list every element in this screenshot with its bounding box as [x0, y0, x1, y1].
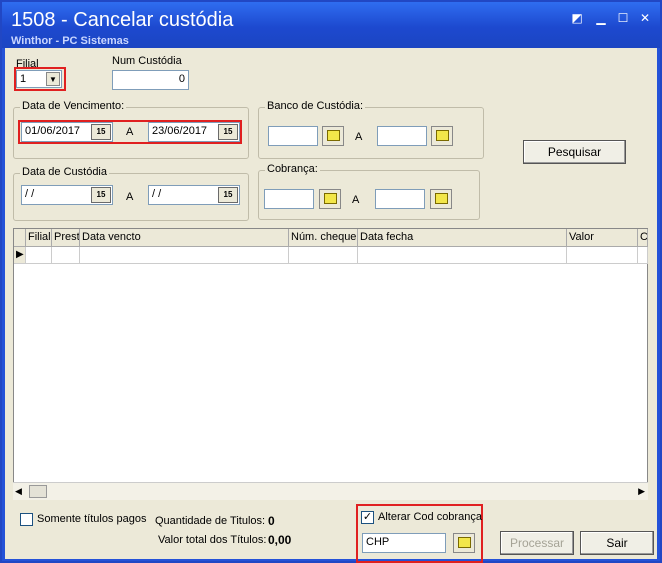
- valor-total-label: Valor total dos Títulos:: [158, 534, 267, 546]
- cobranca-to-input[interactable]: [375, 189, 425, 209]
- banco-custodia-from-input[interactable]: [268, 126, 318, 146]
- scroll-thumb[interactable]: [29, 485, 47, 498]
- calendar-icon[interactable]: 15: [91, 187, 111, 203]
- form-client-area: Filial 1 ▼ Num Custódia 0 Data de Vencim…: [5, 48, 657, 563]
- application-window: 1508 - Cancelar custódia Winthor - PC Si…: [0, 0, 662, 563]
- grid-header-num-cheque[interactable]: Núm. cheque: [289, 229, 358, 247]
- pesquisar-button[interactable]: Pesquisar: [523, 140, 626, 164]
- grid-indicator-header: [14, 229, 26, 247]
- valor-total-value: 0,00: [268, 533, 292, 547]
- alterar-cod-cobranca-label: Alterar Cod cobrança: [378, 511, 482, 523]
- num-custodia-label: Num Custódia: [112, 55, 182, 67]
- data-custodia-from-value: / /: [25, 188, 35, 200]
- title-bar[interactable]: 1508 - Cancelar custódia Winthor - PC Si…: [2, 2, 660, 48]
- cod-cobranca-input[interactable]: CHP: [362, 533, 446, 553]
- alterar-cod-cobranca-checkbox[interactable]: ✓: [361, 511, 374, 524]
- grid-cell[interactable]: [52, 247, 80, 264]
- cobranca-from-input[interactable]: [264, 189, 314, 209]
- banco-custodia-sep: A: [355, 131, 363, 143]
- banco-custodia-to-input[interactable]: [377, 126, 427, 146]
- grid-cell[interactable]: [638, 247, 648, 264]
- row-pointer-icon: ▶: [16, 249, 24, 260]
- somente-titulos-pagos-checkbox[interactable]: [20, 513, 33, 526]
- grid-cell[interactable]: [80, 247, 289, 264]
- num-custodia-input[interactable]: 0: [112, 70, 189, 90]
- highlight-data-vencimento: [18, 120, 242, 144]
- window-subtitle: Winthor - PC Sistemas: [11, 35, 129, 47]
- lookup-icon[interactable]: [322, 126, 344, 146]
- maximize-icon[interactable]: ☐: [616, 12, 630, 24]
- lookup-icon[interactable]: [453, 533, 475, 553]
- somente-titulos-pagos-label: Somente títulos pagos: [37, 513, 147, 525]
- titles-grid[interactable]: Filial Prest Data vencto Núm. cheque Dat…: [13, 228, 648, 500]
- data-vencimento-label: Data de Vencimento:: [20, 100, 127, 112]
- highlight-filial: [14, 67, 66, 91]
- grid-header-c[interactable]: C: [638, 229, 648, 247]
- data-custodia-sep: A: [126, 191, 134, 203]
- restore-icon[interactable]: ◩: [570, 12, 584, 24]
- sair-button[interactable]: Sair: [580, 531, 654, 555]
- quantidade-value: 0: [268, 514, 275, 528]
- banco-custodia-label: Banco de Custódia:: [265, 100, 366, 112]
- grid-header-prest[interactable]: Prest: [52, 229, 80, 247]
- cobranca-label: Cobrança:: [265, 163, 320, 175]
- lookup-icon[interactable]: [430, 189, 452, 209]
- window-title: 1508 - Cancelar custódia: [11, 9, 234, 31]
- quantidade-label: Quantidade de Titulos:: [155, 515, 266, 527]
- lookup-icon[interactable]: [319, 189, 341, 209]
- lookup-icon[interactable]: [431, 126, 453, 146]
- scroll-left-icon[interactable]: ◀: [15, 486, 22, 497]
- data-custodia-label: Data de Custódia: [20, 166, 109, 178]
- grid-header-valor[interactable]: Valor: [567, 229, 638, 247]
- grid-cell[interactable]: [567, 247, 638, 264]
- grid-header-data-vencto[interactable]: Data vencto: [80, 229, 289, 247]
- scroll-right-icon[interactable]: ▶: [638, 486, 645, 497]
- grid-cell[interactable]: [289, 247, 358, 264]
- calendar-icon[interactable]: 15: [218, 187, 238, 203]
- grid-row-indicator: ▶: [14, 247, 26, 264]
- close-icon[interactable]: ✕: [638, 12, 652, 24]
- grid-cell[interactable]: [26, 247, 52, 264]
- grid-header-data-fecha[interactable]: Data fecha: [358, 229, 567, 247]
- cobranca-sep: A: [352, 194, 360, 206]
- minimize-icon[interactable]: ▁: [594, 12, 608, 24]
- grid-header-filial[interactable]: Filial: [26, 229, 52, 247]
- grid-cell[interactable]: [358, 247, 567, 264]
- grid-horizontal-scrollbar[interactable]: ◀ ▶: [13, 482, 648, 500]
- data-custodia-to-value: / /: [152, 188, 162, 200]
- processar-button[interactable]: Processar: [500, 531, 574, 555]
